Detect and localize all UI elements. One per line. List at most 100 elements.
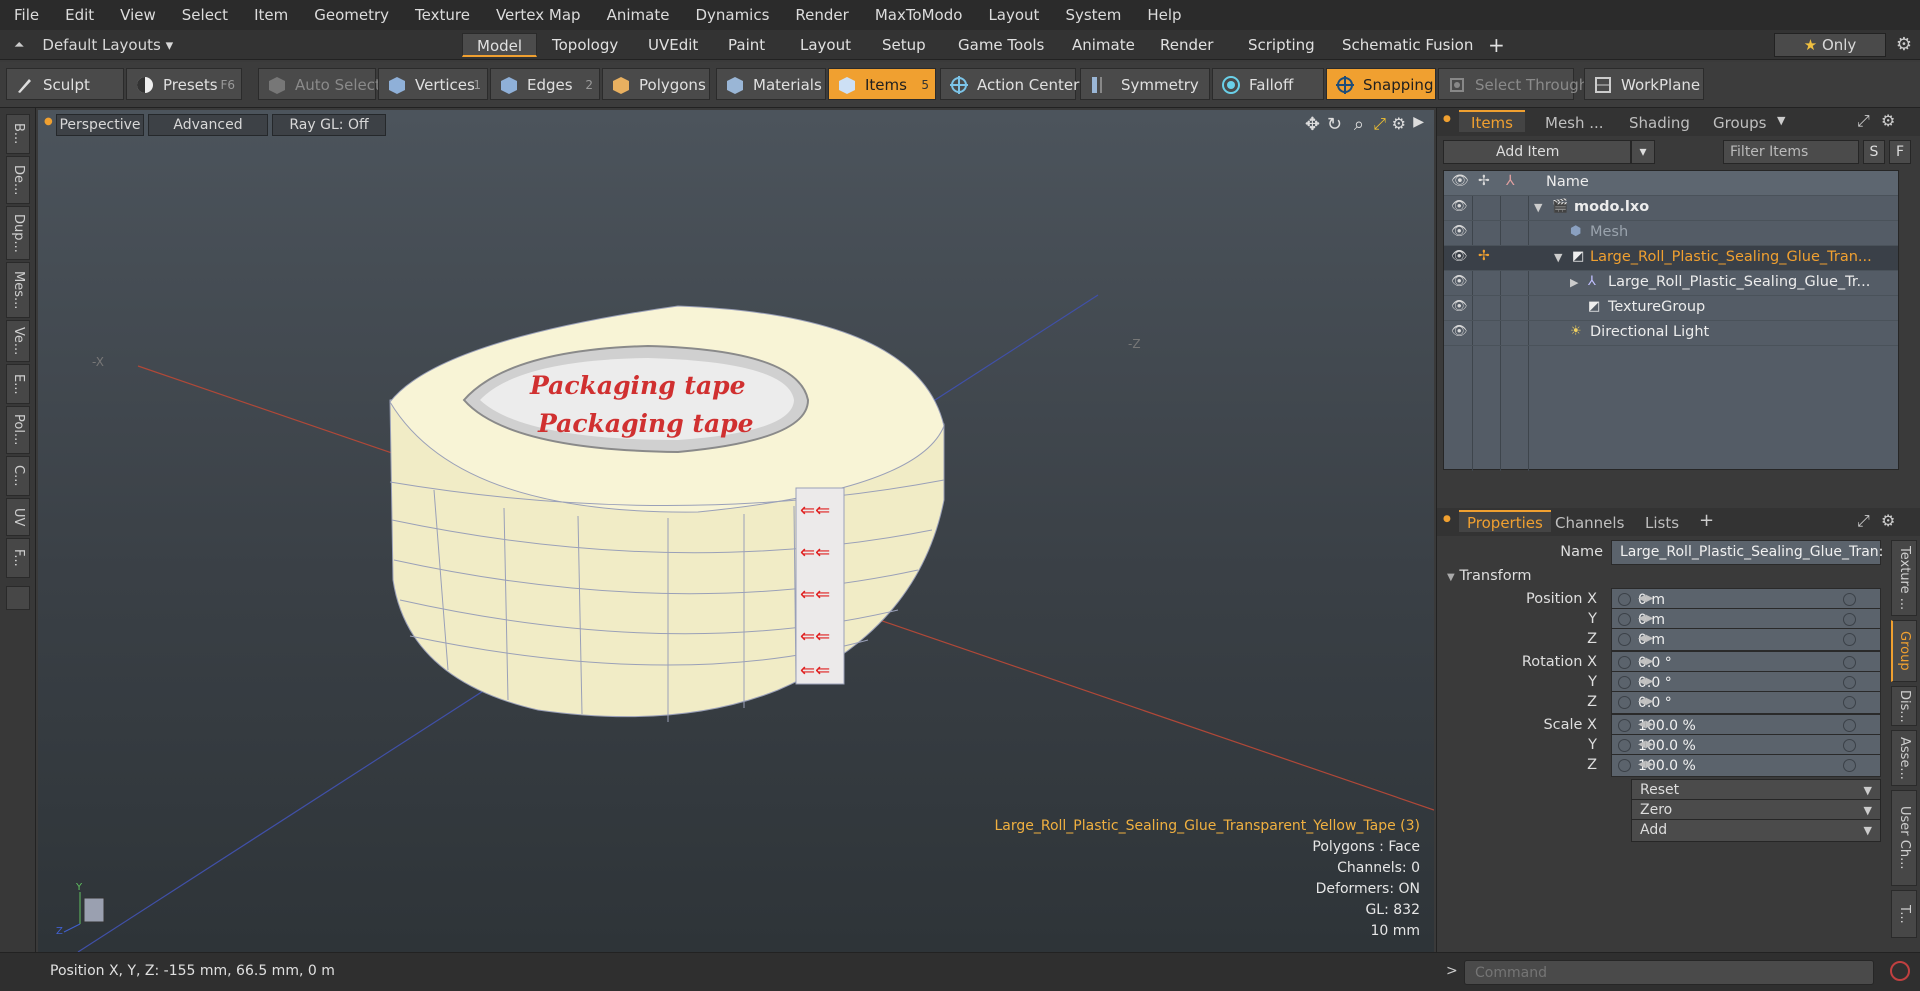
expand-arrow-icon[interactable]: ▼ (1534, 201, 1542, 214)
rotation-z-field[interactable]: 0.0 ° ◀▶ (1611, 691, 1881, 714)
tab-game-tools[interactable]: Game Tools (944, 33, 1058, 57)
tab-setup[interactable]: Setup (868, 33, 940, 57)
tab-uvedit[interactable]: UVEdit (634, 33, 712, 57)
falloff-button[interactable]: Falloff (1212, 68, 1324, 100)
expand-arrow-icon[interactable]: ▼ (1554, 251, 1562, 264)
tabs-more-icon[interactable]: ▼ (1777, 114, 1785, 127)
tab-model[interactable]: Model (462, 33, 538, 57)
materials-button[interactable]: Materials (716, 68, 826, 100)
menu-maxtomodo[interactable]: MaxToModo (861, 6, 975, 24)
left-tab-uv[interactable]: UV (6, 498, 30, 536)
tab-properties[interactable]: Properties (1459, 510, 1551, 532)
left-tab-duplicate[interactable]: Dup... (6, 206, 30, 260)
tree-row-mesh[interactable]: 👁 ⬢ Mesh (1444, 221, 1898, 246)
add-tab-icon[interactable]: + (1474, 33, 1519, 57)
settings-gear-icon[interactable]: ⚙ (1896, 34, 1912, 55)
position-z-field[interactable]: 0 m ◀▶ (1611, 628, 1881, 651)
right-tab-texture[interactable]: Texture ... (1891, 540, 1917, 616)
presets-button[interactable]: Presets F6 (126, 68, 242, 100)
advanced-dropdown[interactable]: Advanced (148, 114, 268, 136)
visibility-eye-icon[interactable]: 👁 (1451, 324, 1468, 339)
edges-button[interactable]: Edges 2 (490, 68, 600, 100)
symmetry-button[interactable]: Symmetry (1080, 68, 1210, 100)
snapping-button[interactable]: Snapping (1326, 68, 1436, 100)
tree-row-directional-light[interactable]: 👁 ☀ Directional Light (1444, 321, 1898, 346)
right-tab-tags[interactable]: T... (1891, 890, 1917, 938)
menu-item[interactable]: Item (240, 6, 300, 24)
panel-maximize-icon[interactable]: ⤢ (1857, 511, 1870, 531)
tab-mesh[interactable]: Mesh ... (1537, 112, 1612, 134)
tab-channels[interactable]: Channels (1547, 512, 1632, 534)
menu-system[interactable]: System (1051, 6, 1133, 24)
menu-geometry[interactable]: Geometry (300, 6, 401, 24)
visibility-eye-icon[interactable]: 👁 (1451, 224, 1468, 239)
right-tab-assembly[interactable]: Asse... (1891, 730, 1917, 786)
raygl-toggle[interactable]: Ray GL: Off (272, 114, 386, 136)
menu-vertex-map[interactable]: Vertex Map (482, 6, 593, 24)
panel-settings-gear-icon[interactable]: ⚙ (1881, 511, 1895, 530)
filter-items-input[interactable]: Filter Items (1723, 140, 1859, 164)
visibility-header-eye-icon[interactable]: 👁 (1451, 173, 1469, 189)
3d-viewport[interactable]: -X -Z Packaging tape Packaging tape ⇐⇐ ⇐… (38, 110, 1434, 952)
rotate-icon[interactable]: ↻ (1327, 114, 1342, 135)
left-tab-fusion[interactable]: F... (6, 538, 30, 578)
menu-dynamics[interactable]: Dynamics (681, 6, 781, 24)
menu-render[interactable]: Render (781, 6, 860, 24)
add-item-dropdown-arrow[interactable]: ▾ (1631, 140, 1655, 164)
right-tab-user-channels[interactable]: User Ch... (1891, 790, 1917, 886)
select-through-button[interactable]: Select Through (1438, 68, 1588, 100)
tab-paint[interactable]: Paint (714, 33, 779, 57)
filter-s-button[interactable]: S (1863, 140, 1885, 164)
tree-row-texturegroup[interactable]: 👁 ◩ TextureGroup (1444, 296, 1898, 321)
menu-view[interactable]: View (106, 6, 168, 24)
panel-settings-gear-icon[interactable]: ⚙ (1881, 111, 1895, 130)
tab-lists[interactable]: Lists (1637, 512, 1687, 534)
add-item-button[interactable]: Add Item (1443, 140, 1631, 164)
axis-header-icon[interactable]: ⅄ (1506, 173, 1515, 189)
tab-groups[interactable]: Groups (1705, 112, 1774, 134)
lock-toggle-icon[interactable]: ✢ (1478, 248, 1490, 264)
menu-help[interactable]: Help (1133, 6, 1193, 24)
menu-select[interactable]: Select (168, 6, 240, 24)
visibility-eye-icon[interactable]: 👁 (1451, 299, 1468, 314)
tree-row-modo-lxo[interactable]: 👁 ▼ 🎬 modo.lxo (1444, 196, 1898, 221)
workplane-button[interactable]: WorkPlane (1584, 68, 1704, 100)
sculpt-button[interactable]: Sculpt (6, 68, 124, 100)
menu-layout[interactable]: Layout (974, 6, 1051, 24)
viewport-expand-arrow-icon[interactable]: ▶ (1413, 114, 1424, 130)
viewport-settings-gear-icon[interactable]: ⚙ (1392, 114, 1406, 133)
filter-f-button[interactable]: F (1889, 140, 1911, 164)
record-stop-icon[interactable] (1890, 961, 1910, 981)
items-button[interactable]: Items 5 (828, 68, 936, 100)
left-tab-deform[interactable]: De... (6, 156, 30, 204)
left-tab-vertex[interactable]: Ve... (6, 320, 30, 362)
vertices-button[interactable]: Vertices 1 (378, 68, 488, 100)
left-tab-curve[interactable]: C... (6, 456, 30, 496)
zoom-icon[interactable]: ⌕ (1354, 114, 1364, 135)
tree-row-tape-group[interactable]: 👁 ✢ ▼ ◩ Large_Roll_Plastic_Sealing_Glue_… (1444, 246, 1898, 271)
tab-animate[interactable]: Animate (1058, 33, 1149, 57)
name-field[interactable]: Large_Roll_Plastic_Sealing_Glue_Tran: (1611, 540, 1883, 565)
layouts-up-icon[interactable]: ⏶ (14, 38, 24, 53)
right-tab-group-locator[interactable]: Group L... (1891, 620, 1917, 682)
menu-texture[interactable]: Texture (401, 6, 482, 24)
tree-row-tape-mesh[interactable]: 👁 ▶ ⅄ Large_Roll_Plastic_Sealing_Glue_Tr… (1444, 271, 1898, 296)
command-input[interactable] (1464, 960, 1874, 985)
panel-maximize-icon[interactable]: ⤢ (1857, 111, 1870, 131)
auto-select-button[interactable]: Auto Select (258, 68, 381, 100)
add-dropdown[interactable]: Add ▼ (1631, 819, 1881, 842)
left-tab-extra[interactable] (6, 586, 30, 610)
visibility-eye-icon[interactable]: 👁 (1451, 199, 1468, 214)
transform-section-header[interactable]: ▼ Transform (1447, 568, 1531, 584)
add-tab-icon[interactable]: + (1699, 510, 1714, 531)
menu-animate[interactable]: Animate (593, 6, 682, 24)
polygons-button[interactable]: Polygons (602, 68, 710, 100)
scale-z-field[interactable]: 100.0 % ◀▶ (1611, 754, 1881, 777)
left-tab-mesh[interactable]: Mes... (6, 262, 30, 318)
pan-move-icon[interactable]: ✥ (1305, 114, 1320, 135)
only-button[interactable]: ★ Only (1774, 33, 1886, 57)
left-tab-edge[interactable]: E... (6, 364, 30, 404)
fit-view-icon[interactable]: ⤢ (1373, 114, 1386, 134)
tab-schematic-fusion[interactable]: Schematic Fusion (1328, 33, 1487, 57)
visibility-eye-icon[interactable]: 👁 (1451, 274, 1468, 289)
